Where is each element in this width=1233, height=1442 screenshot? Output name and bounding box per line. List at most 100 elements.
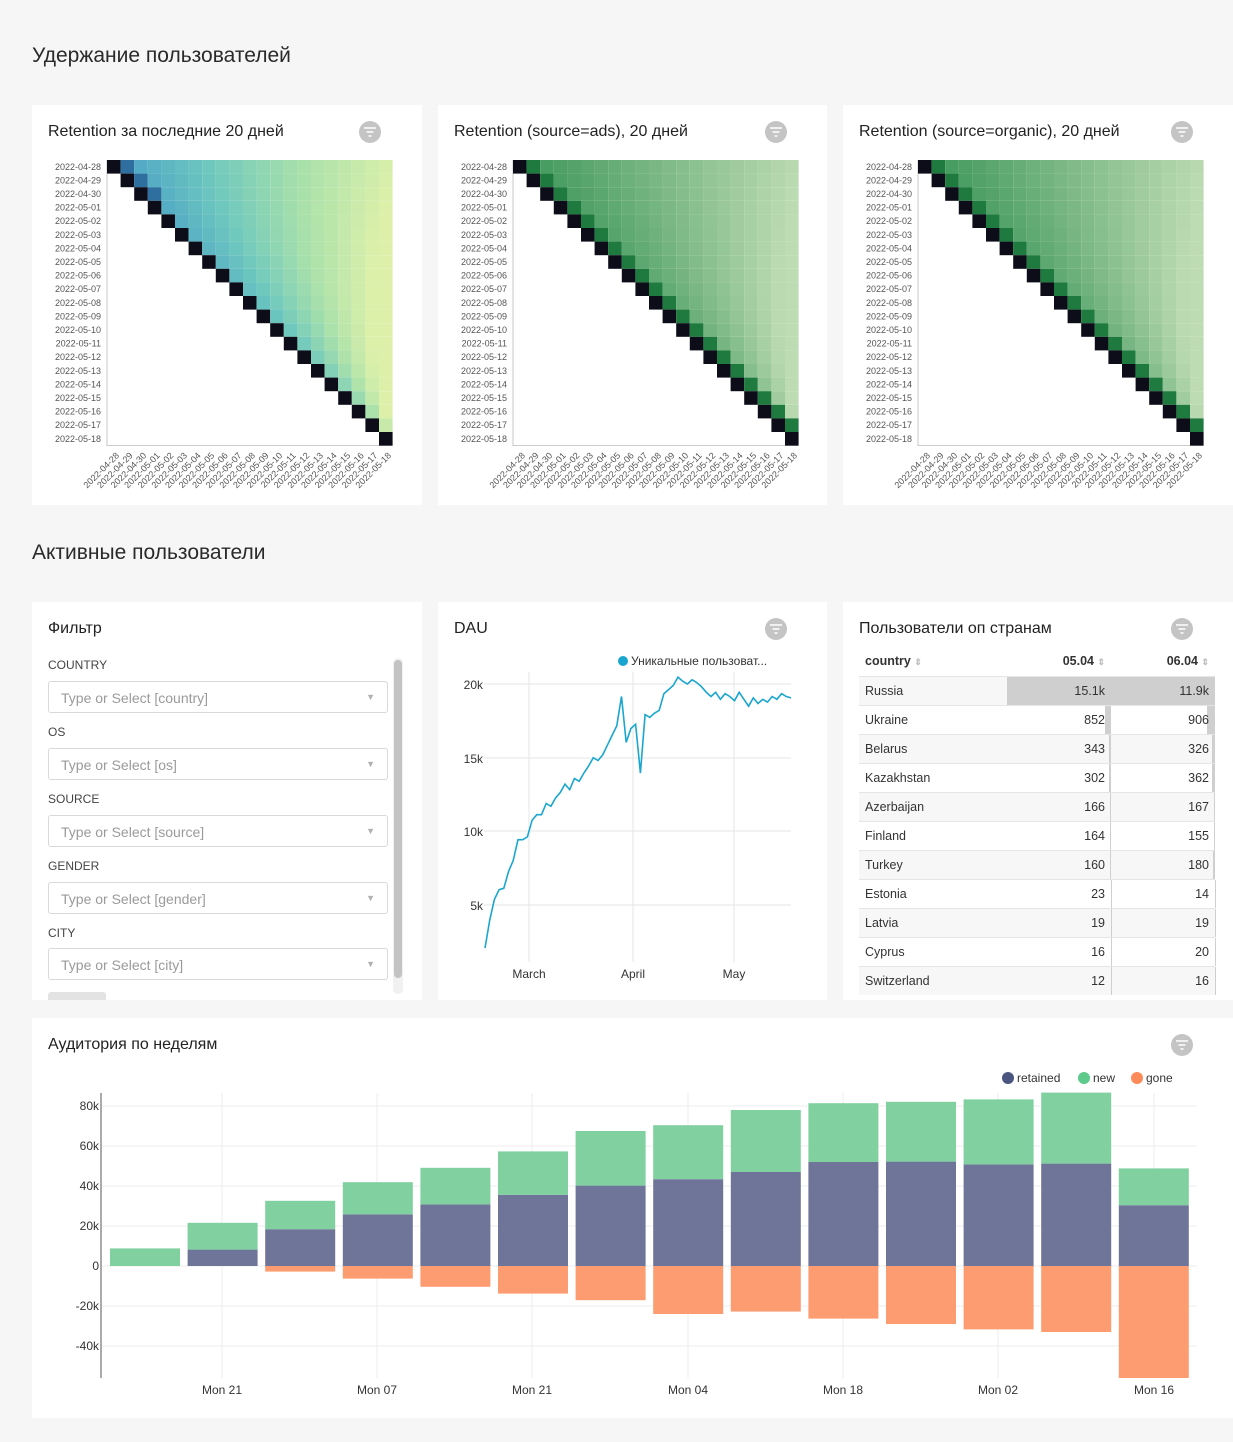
heatmap-cell[interactable]	[986, 228, 1000, 242]
bar-gone[interactable]	[963, 1266, 1034, 1330]
heatmap-cell[interactable]	[188, 160, 203, 174]
heatmap-cell[interactable]	[581, 214, 595, 228]
heatmap-cell[interactable]	[351, 214, 366, 228]
heatmap-cell[interactable]	[1081, 323, 1095, 337]
heatmap-cell[interactable]	[744, 391, 758, 405]
heatmap-cell[interactable]	[757, 200, 772, 215]
table-row[interactable]: Finland 164 155	[859, 821, 1215, 851]
heatmap-cell[interactable]	[1162, 173, 1177, 188]
heatmap-cell[interactable]	[918, 160, 932, 174]
heatmap-cell[interactable]	[703, 241, 717, 256]
heatmap-cell[interactable]	[365, 255, 379, 269]
bar-retained[interactable]	[653, 1179, 724, 1266]
table-row[interactable]: Belarus 343 326	[859, 734, 1215, 764]
heatmap-cell[interactable]	[311, 173, 325, 188]
heatmap-cell[interactable]	[1190, 228, 1204, 242]
heatmap-cell[interactable]	[270, 255, 284, 269]
heatmap-cell[interactable]	[365, 268, 379, 283]
heatmap-cell[interactable]	[553, 173, 568, 188]
heatmap-cell[interactable]	[379, 350, 393, 364]
heatmap-cell[interactable]	[215, 214, 230, 228]
gender-select[interactable]: Type or Select [gender] ▼	[48, 882, 388, 914]
heatmap-cell[interactable]	[175, 200, 189, 215]
heatmap-cell[interactable]	[594, 160, 609, 174]
column-header-0504[interactable]: 05.04 ⇕	[1007, 646, 1111, 677]
heatmap-cell[interactable]	[351, 187, 366, 201]
bar-new[interactable]	[653, 1125, 724, 1180]
heatmap-cell[interactable]	[703, 160, 717, 174]
heatmap-cell[interactable]	[757, 296, 772, 310]
heatmap-cell[interactable]	[703, 228, 717, 242]
heatmap-cell[interactable]	[338, 241, 352, 256]
heatmap-cell[interactable]	[689, 255, 704, 269]
heatmap-cell[interactable]	[785, 296, 799, 310]
heatmap-cell[interactable]	[270, 228, 284, 242]
heatmap-cell[interactable]	[270, 214, 284, 228]
heatmap-cell[interactable]	[621, 200, 636, 215]
heatmap-cell[interactable]	[1067, 187, 1082, 201]
heatmap-cell[interactable]	[635, 268, 649, 283]
heatmap-cell[interactable]	[785, 404, 799, 419]
sort-icon[interactable]: ⇕	[1097, 657, 1105, 667]
heatmap-cell[interactable]	[1094, 296, 1109, 310]
heatmap-cell[interactable]	[1149, 282, 1163, 296]
heatmap-cell[interactable]	[324, 296, 339, 310]
heatmap-cell[interactable]	[621, 228, 636, 242]
heatmap-cell[interactable]	[215, 160, 230, 174]
heatmap-cell[interactable]	[744, 350, 758, 364]
heatmap-cell[interactable]	[785, 200, 799, 215]
heatmap-cell[interactable]	[771, 404, 785, 419]
heatmap-cell[interactable]	[283, 336, 298, 351]
heatmap-cell[interactable]	[1108, 255, 1122, 269]
heatmap-cell[interactable]	[513, 160, 527, 174]
heatmap-cell[interactable]	[1108, 241, 1122, 256]
heatmap-cell[interactable]	[1149, 187, 1163, 201]
heatmap-cell[interactable]	[1162, 160, 1177, 174]
heatmap-cell[interactable]	[1135, 350, 1150, 364]
heatmap-cell[interactable]	[1013, 173, 1027, 188]
heatmap-cell[interactable]	[270, 309, 284, 324]
heatmap-cell[interactable]	[1054, 296, 1068, 310]
heatmap-cell[interactable]	[621, 268, 636, 283]
heatmap-cell[interactable]	[1135, 377, 1150, 392]
heatmap-cell[interactable]	[1067, 296, 1082, 310]
heatmap-cell[interactable]	[662, 200, 677, 215]
heatmap-cell[interactable]	[311, 350, 325, 364]
heatmap-cell[interactable]	[703, 350, 717, 364]
heatmap-cell[interactable]	[717, 282, 731, 296]
heatmap-cell[interactable]	[757, 391, 772, 405]
heatmap-cell[interactable]	[1067, 309, 1082, 324]
heatmap-cell[interactable]	[311, 296, 325, 310]
city-select[interactable]: Type or Select [city] ▼	[48, 948, 388, 980]
heatmap-cell[interactable]	[1162, 268, 1177, 283]
heatmap-cell[interactable]	[379, 391, 393, 405]
bar-new[interactable]	[730, 1110, 801, 1172]
heatmap-cell[interactable]	[703, 187, 717, 201]
heatmap-cell[interactable]	[986, 173, 1000, 188]
heatmap-cell[interactable]	[945, 173, 959, 188]
heatmap-cell[interactable]	[744, 255, 758, 269]
heatmap-cell[interactable]	[351, 173, 366, 188]
heatmap-cell[interactable]	[771, 200, 785, 215]
os-select[interactable]: Type or Select [os] ▼	[48, 748, 388, 780]
heatmap-cell[interactable]	[757, 173, 772, 188]
heatmap-cell[interactable]	[243, 268, 257, 283]
heatmap-cell[interactable]	[526, 173, 541, 188]
heatmap-cell[interactable]	[1054, 160, 1068, 174]
heatmap-cell[interactable]	[1026, 241, 1041, 256]
heatmap-cell[interactable]	[1081, 241, 1095, 256]
heatmap-cell[interactable]	[351, 268, 366, 283]
heatmap-cell[interactable]	[1122, 241, 1136, 256]
heatmap-cell[interactable]	[134, 187, 148, 201]
bar-retained[interactable]	[187, 1249, 258, 1266]
heatmap-cell[interactable]	[1108, 160, 1122, 174]
heatmap-cell[interactable]	[351, 282, 366, 296]
heatmap-cell[interactable]	[379, 323, 393, 337]
heatmap-cell[interactable]	[1122, 336, 1136, 351]
heatmap-cell[interactable]	[1149, 336, 1163, 351]
heatmap-cell[interactable]	[1190, 268, 1204, 283]
heatmap-cell[interactable]	[1122, 160, 1136, 174]
heatmap-cell[interactable]	[1094, 282, 1109, 296]
heatmap-cell[interactable]	[1135, 200, 1150, 215]
heatmap-cell[interactable]	[1190, 173, 1204, 188]
